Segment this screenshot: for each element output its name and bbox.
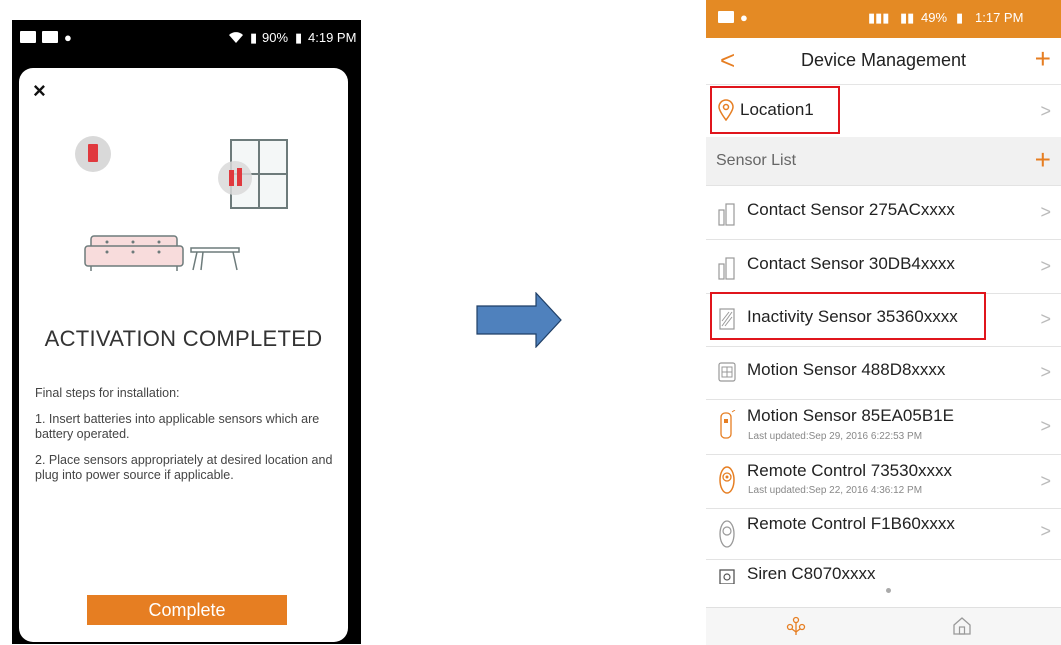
chevron-right-icon: > [1040,416,1051,436]
sensor-list-header: Sensor List + [706,137,1061,186]
inactivity-sensor-highlight-box [710,292,986,340]
signal-icon: ▮▮▮ [868,10,890,25]
battery-saver-icon: ▮ [250,30,258,45]
signal-icon-2: ▮▮ [900,10,915,25]
battery-icon: ▮ [956,10,964,25]
device-row[interactable]: Remote Control F1B60xxxx > [706,509,1061,560]
sensor-list-label: Sensor List [716,152,797,169]
device-row[interactable]: Motion Sensor 488D8xxxx > [706,347,1061,400]
step-1: 1. Insert batteries into applicable sens… [35,412,320,441]
complete-button[interactable]: Complete [87,595,287,625]
device-name: Siren C8070xxxx [747,564,876,583]
device-row[interactable]: Motion Sensor 85EA05B1E Last updated:Sep… [706,400,1061,455]
device-name: Contact Sensor 275ACxxxx [747,200,955,219]
contact-sensor-icon [718,202,736,231]
wifi-icon [228,30,244,48]
activation-dialog: × ACTIVATION COMPLETED Final steps for i… [19,68,348,642]
device-row[interactable]: Remote Control 73530xxxx Last updated:Se… [706,455,1061,509]
chevron-right-icon: > [1040,101,1051,121]
remote-control-icon [718,465,736,500]
chevron-right-icon: > [1040,256,1051,276]
step-2: 2. Place sensors appropriately at desire… [35,453,333,482]
status-time: 1:17 PM [975,10,1024,25]
device-name: Motion Sensor 488D8xxxx [747,360,946,379]
add-sensor-icon[interactable]: + [1035,144,1051,176]
steps-intro: Final steps for installation: [35,386,180,400]
page-indicator [886,588,891,593]
home-icon[interactable] [952,616,972,641]
status-bar: ● ▮ 90% ▮ 4:19 PM [12,20,361,56]
activation-title: ACTIVATION COMPLETED [44,326,323,351]
contact-sensor-icon [718,256,736,285]
chevron-right-icon: > [1040,471,1051,491]
right-arrow-icon [476,292,562,348]
chevron-right-icon: > [1040,309,1051,329]
installation-steps: Final steps for installation: 1. Insert … [35,386,335,494]
chevron-right-icon: > [1040,521,1051,541]
location-highlight-box [710,86,840,134]
status-bar: ● ▮▮▮ ▮▮ 49% ▮ 1:17 PM [706,0,1061,38]
notification-icon [718,11,734,27]
device-name: Motion Sensor 85EA05B1E [747,406,954,425]
device-row[interactable]: Contact Sensor 30DB4xxxx > [706,240,1061,294]
device-name: Remote Control F1B60xxxx [747,514,955,533]
chevron-right-icon: > [1040,362,1051,382]
motion-sensor-icon [718,361,736,388]
motion-sensor-icon [718,409,736,445]
app-icon [42,31,58,47]
page-title: Device Management [800,50,967,70]
chevron-right-icon: > [1040,202,1051,222]
left-phone-screen: ● ▮ 90% ▮ 4:19 PM × ACTIVATION COMPLETED… [12,20,361,644]
network-icon[interactable] [786,616,806,641]
call-icon: ● [740,10,748,25]
call-icon: ● [64,30,72,45]
battery-icon: ▮ [295,30,303,45]
room-illustration [75,136,288,271]
siren-icon [718,568,736,584]
last-updated: Last updated:Sep 22, 2016 4:36:12 PM [748,485,923,496]
notification-icon [20,31,36,47]
right-phone-screen: ● ▮▮▮ ▮▮ 49% ▮ 1:17 PM < Device Manageme… [706,0,1061,645]
battery-percent: 90% [262,30,289,45]
bottom-nav [706,607,1061,645]
battery-percent: 49% [921,10,948,25]
device-name: Contact Sensor 30DB4xxxx [747,254,955,273]
plus-icon[interactable]: + [1035,43,1051,75]
app-header: < Device Management + [706,38,1061,85]
remote-control-icon [718,519,736,554]
device-name: Remote Control 73530xxxx [747,461,953,480]
last-updated: Last updated:Sep 29, 2016 6:22:53 PM [748,431,923,442]
device-row[interactable]: Contact Sensor 275ACxxxx > [706,186,1061,240]
close-button[interactable]: × [33,78,46,104]
status-time: 4:19 PM [308,30,357,45]
device-row[interactable]: Siren C8070xxxx [706,560,1061,584]
